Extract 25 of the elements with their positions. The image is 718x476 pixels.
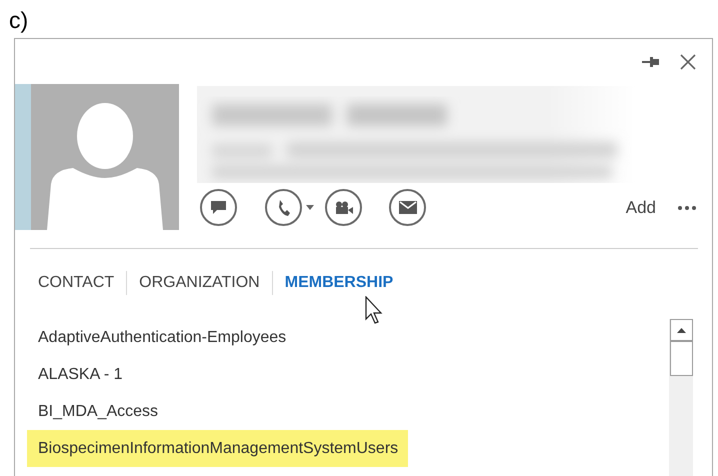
envelope-icon: [398, 201, 416, 214]
membership-item[interactable]: BiospecimenInformationManagementSystemUsers: [27, 430, 408, 467]
call-button[interactable]: [265, 189, 302, 226]
phone-icon: [276, 198, 290, 216]
video-button[interactable]: [325, 189, 362, 226]
video-camera-icon: [334, 200, 354, 214]
up-arrow-icon: [676, 328, 686, 332]
membership-item[interactable]: AdaptiveAuthentication-Employees: [27, 319, 296, 356]
chat-icon: [210, 200, 227, 215]
add-button[interactable]: Add: [626, 198, 656, 218]
tab[interactable]: CONTACT: [38, 271, 128, 295]
close-icon[interactable]: [680, 54, 696, 70]
scroll-thumb[interactable]: [670, 341, 692, 376]
scroll-up-button[interactable]: [670, 319, 692, 341]
caret-icon[interactable]: [306, 205, 314, 210]
membership-item[interactable]: BI_MDA_Access: [27, 393, 168, 430]
tab[interactable]: MEMBERSHIP: [284, 271, 406, 295]
tab[interactable]: ORGANIZATION: [139, 271, 273, 295]
email-button[interactable]: [389, 189, 426, 226]
avatar-icon: [31, 84, 179, 230]
membership-item[interactable]: ALASKA - 1: [27, 356, 132, 393]
chat-button[interactable]: [200, 189, 237, 226]
figure-label: c): [8, 6, 30, 35]
scrollbar[interactable]: [669, 319, 693, 476]
pin-icon[interactable]: [642, 56, 660, 68]
